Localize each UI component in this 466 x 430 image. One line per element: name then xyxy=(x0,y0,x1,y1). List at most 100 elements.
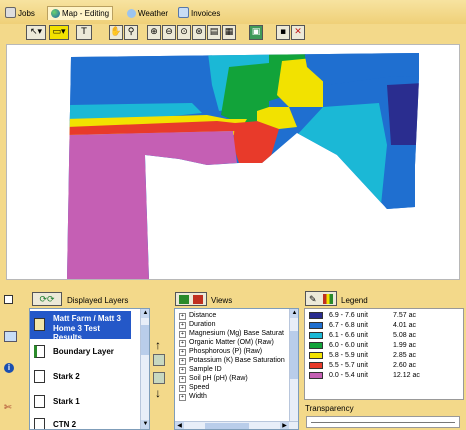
legend-range: 6.7 - 6.8 unit xyxy=(329,322,368,329)
layer-item-label: CTN 2 xyxy=(53,420,77,429)
info-icon[interactable]: i xyxy=(4,363,14,373)
view-item[interactable]: + Width xyxy=(179,393,207,401)
view-item-label: Organic Matter (OM) (Raw) xyxy=(189,339,274,346)
view-item-label: Magnesium (Mg) Base Saturat xyxy=(189,330,284,337)
pan-tool-button[interactable]: ✋ xyxy=(109,25,123,40)
layer-item-ctn-2[interactable]: CTN 2 xyxy=(30,413,131,429)
pointer-icon: ↖▾ xyxy=(29,27,43,37)
layer-action-icon-2[interactable] xyxy=(153,372,165,384)
zoom-previous-button[interactable]: ⊛ xyxy=(192,25,206,40)
zone-6.7-6.8-se xyxy=(379,145,419,225)
view-item[interactable]: + Duration xyxy=(179,321,215,329)
boundary-layer-icon xyxy=(34,345,45,358)
views-hscrollbar[interactable]: ◀ ▶ xyxy=(175,421,298,429)
scroll-left-button[interactable]: ◀ xyxy=(175,422,184,429)
pointer-tool-button[interactable]: ↖▾ xyxy=(26,25,46,40)
legend-range: 6.9 - 7.6 unit xyxy=(329,312,368,319)
views-panel-header: Views xyxy=(211,296,233,305)
transparency-slider[interactable] xyxy=(306,416,460,428)
layer-item-stark-1[interactable]: Stark 1 xyxy=(30,390,131,414)
tab-invoices-label: Invoices xyxy=(191,9,221,18)
layer-item-label: Boundary Layer xyxy=(53,347,114,356)
view-item-label: Speed xyxy=(189,384,210,391)
zoom-extent-button[interactable]: ⊙ xyxy=(177,25,191,40)
export-icon: ▣ xyxy=(251,27,261,37)
hscroll-thumb[interactable] xyxy=(205,423,249,429)
hand-icon: ✋ xyxy=(110,27,122,37)
zoom-previous-icon: ⊛ xyxy=(195,27,203,37)
magnify-tool-button[interactable]: ⚲ xyxy=(124,25,138,40)
view-item-label: Width xyxy=(189,393,207,400)
zoom-out-button[interactable]: ⊖ xyxy=(162,25,176,40)
settings-button[interactable]: ▦ xyxy=(222,25,236,40)
layers-scrollbar[interactable]: ▲ ▼ xyxy=(140,309,149,429)
legend-range: 5.8 - 5.9 unit xyxy=(329,352,368,359)
tools-icon[interactable]: ✄ xyxy=(4,402,15,412)
tab-jobs-label: Jobs xyxy=(18,9,35,18)
view-item[interactable]: + Distance xyxy=(179,312,216,320)
test-results-icon xyxy=(34,318,45,331)
legend-tools-button[interactable]: ✎ xyxy=(305,291,337,306)
delete-icon: ✕ xyxy=(294,27,302,37)
tab-invoices[interactable]: Invoices xyxy=(175,7,223,20)
scroll-up-button[interactable]: ▲ xyxy=(141,309,149,318)
legend-area: 5.08 ac xyxy=(393,332,416,339)
map-canvas[interactable] xyxy=(6,44,460,280)
layer-item-boundary[interactable]: Boundary Layer xyxy=(30,340,131,364)
layer-action-icon[interactable] xyxy=(153,354,165,366)
map-export-button[interactable]: ▣ xyxy=(249,25,263,40)
scroll-thumb[interactable] xyxy=(290,331,298,379)
layer-item-matt-farm[interactable]: Matt Farm / Matt 3 Home 3 Test Results xyxy=(30,311,131,342)
expand-icon: + xyxy=(179,349,186,356)
camera-layer-icon xyxy=(34,395,45,408)
view-item[interactable]: + Magnesium (Mg) Base Saturat xyxy=(179,330,284,338)
tab-weather[interactable]: Weather xyxy=(124,7,171,20)
layer-item-stark-2[interactable]: Stark 2 xyxy=(30,365,131,389)
views-list[interactable]: + Distance + Duration + Magnesium (Mg) Base… xyxy=(174,308,299,430)
tab-jobs[interactable]: Jobs xyxy=(2,7,38,20)
view-item-label: Duration xyxy=(189,321,216,328)
zone-6.1-6.6-se xyxy=(297,103,387,225)
views-scrollbar[interactable]: ▲ xyxy=(289,309,298,421)
delete-button[interactable]: ✕ xyxy=(291,25,305,40)
views-remove-icon xyxy=(193,295,203,304)
layer-color-tool-button[interactable]: ▭▾ xyxy=(49,25,69,40)
view-item-selected[interactable]: + Soil pH (pH) (Raw) xyxy=(179,375,248,383)
legend-area: 4.01 ac xyxy=(393,322,416,329)
views-toggle-button[interactable] xyxy=(175,292,207,306)
text-icon: T xyxy=(81,27,87,37)
legend-area: 7.57 ac xyxy=(393,312,416,319)
layer-item-label: Stark 2 xyxy=(53,372,80,381)
view-item[interactable]: + Potassium (K) Base Saturation xyxy=(179,357,285,365)
jobs-icon xyxy=(5,7,16,18)
view-item[interactable]: + Speed xyxy=(179,384,209,392)
scroll-thumb[interactable] xyxy=(141,325,149,355)
legend-row: 6.7 - 6.8 unit 4.01 ac xyxy=(309,322,459,330)
layer-visibility-button[interactable]: ⟳⟳ xyxy=(32,292,62,306)
color-icon: ▭▾ xyxy=(52,27,66,37)
legend-swatch xyxy=(309,362,323,369)
view-item[interactable]: + Organic Matter (OM) (Raw) xyxy=(179,339,274,347)
save-button[interactable]: ▪ xyxy=(276,25,290,40)
camera-layer-icon xyxy=(34,370,45,383)
legend-row: 6.0 - 6.0 unit 1.99 ac xyxy=(309,342,459,350)
legend-swatch xyxy=(309,332,323,339)
print-preview-button[interactable]: ▤ xyxy=(207,25,221,40)
move-layer-down-button[interactable]: ↓ xyxy=(155,386,161,400)
zone-5.5-5.7-center xyxy=(233,121,279,163)
save-icon: ▪ xyxy=(279,27,287,37)
tab-map-editing[interactable]: Map - Editing xyxy=(47,6,114,20)
view-item[interactable]: + Phosphorous (P) (Raw) xyxy=(179,348,262,356)
scroll-down-button[interactable]: ▼ xyxy=(141,420,149,429)
view-item[interactable]: + Sample ID xyxy=(179,366,222,374)
print-icon: ▤ xyxy=(209,27,219,37)
move-layer-up-button[interactable]: ↑ xyxy=(155,338,161,352)
legend-row: 6.9 - 7.6 unit 7.57 ac xyxy=(309,312,459,320)
layer-properties-icon[interactable] xyxy=(4,331,17,342)
scroll-right-button[interactable]: ▶ xyxy=(280,422,289,429)
scroll-up-button[interactable]: ▲ xyxy=(290,309,298,318)
layers-list[interactable]: Matt Farm / Matt 3 Home 3 Test Results B… xyxy=(29,308,150,430)
zoom-in-button[interactable]: ⊕ xyxy=(147,25,161,40)
legend-range: 0.0 - 5.4 unit xyxy=(329,372,368,379)
text-tool-button[interactable]: T xyxy=(76,25,92,40)
